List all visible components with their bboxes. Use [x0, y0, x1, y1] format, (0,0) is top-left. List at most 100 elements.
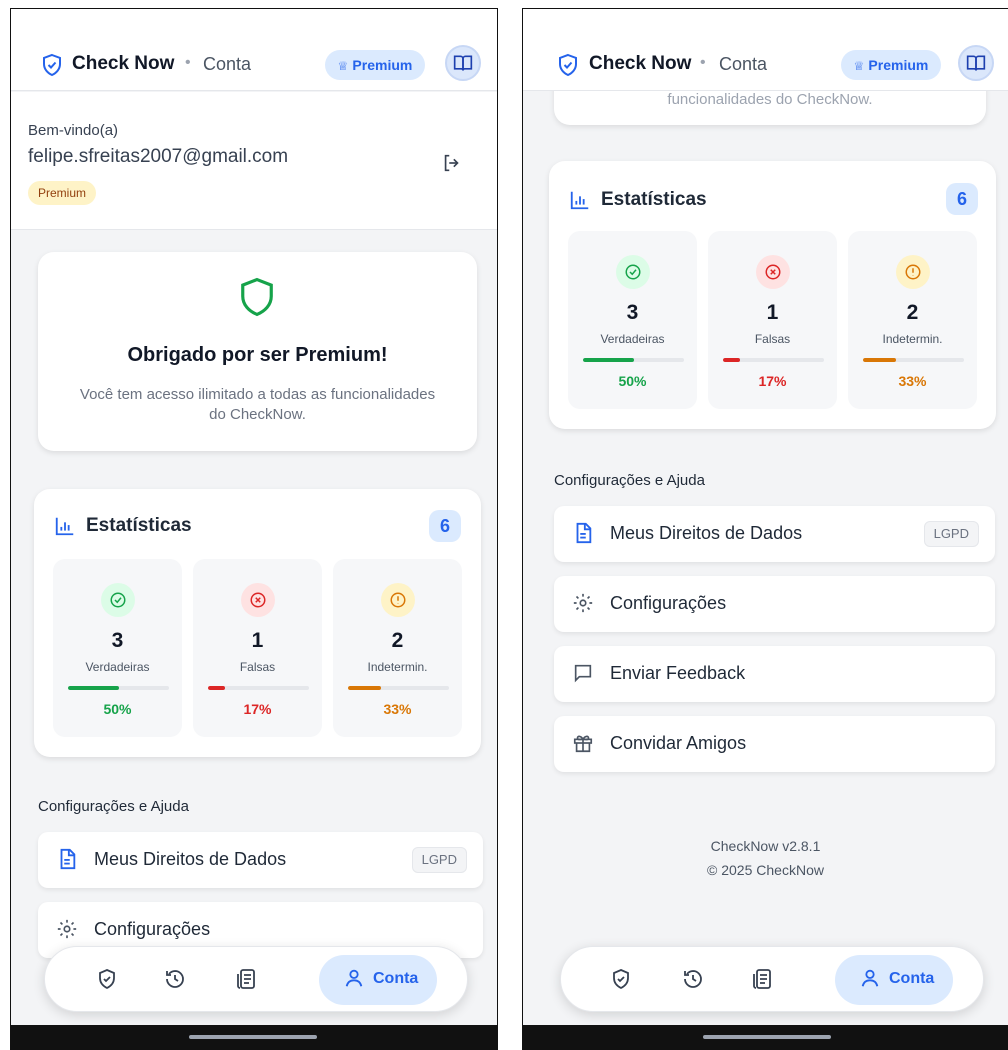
- stat-count: 2: [391, 629, 404, 652]
- stat-label: Verdadeiras: [85, 660, 150, 674]
- stat-label: Verdadeiras: [600, 332, 665, 346]
- left-screen: Check Now • Conta ♕ Premium Bem-vindo(a) …: [10, 8, 498, 1050]
- stats-card: Estatísticas 6 3 Verdadeiras 50% 1 Falsa…: [549, 161, 996, 429]
- tab-history-icon[interactable]: [681, 967, 705, 991]
- tab-check-icon[interactable]: [95, 967, 119, 991]
- menu-item-label: Convidar Amigos: [610, 733, 747, 753]
- stat-percent: 33%: [898, 373, 927, 389]
- stat-count: 3: [111, 629, 124, 652]
- stat-progress-bar: [348, 686, 449, 690]
- tab-account[interactable]: Conta: [835, 955, 953, 1005]
- stat-percent: 33%: [383, 701, 412, 717]
- tab-history-icon[interactable]: [163, 967, 187, 991]
- home-indicator[interactable]: [189, 1035, 317, 1039]
- shield-check-icon: [559, 53, 577, 77]
- system-nav-bar: [523, 1025, 1008, 1049]
- alert-circle-icon: [896, 255, 930, 289]
- stat-percent: 17%: [758, 373, 787, 389]
- gift-icon: [573, 735, 593, 753]
- menu-item-invite[interactable]: Convidar Amigos: [554, 716, 995, 772]
- stat-progress-fill: [68, 686, 119, 690]
- premium-pill[interactable]: ♕ Premium: [325, 50, 425, 80]
- title-separator: •: [700, 54, 706, 71]
- menu-item-settings[interactable]: Configurações: [554, 576, 995, 632]
- stat-count: 1: [251, 629, 264, 652]
- stat-progress-bar: [723, 358, 824, 362]
- home-indicator[interactable]: [703, 1035, 831, 1039]
- premium-pill-label: Premium: [352, 57, 413, 73]
- tab-account-label: Conta: [373, 970, 419, 987]
- tab-news-icon[interactable]: [235, 967, 259, 991]
- tab-news-icon[interactable]: [751, 967, 775, 991]
- bottom-tab-bar: Conta: [44, 946, 468, 1012]
- stat-tile-undetermined: 2 Indetermin. 33%: [333, 559, 462, 737]
- premium-pill-label: Premium: [868, 57, 929, 73]
- stat-count: 2: [906, 301, 919, 324]
- app-header: Check Now • Conta ♕ Premium: [11, 9, 497, 91]
- document-icon: [576, 522, 592, 544]
- settings-section-title: Configurações e Ajuda: [38, 798, 189, 815]
- guide-button[interactable]: [445, 45, 481, 81]
- premium-pill[interactable]: ♕ Premium: [841, 50, 941, 80]
- settings-section-title: Configurações e Ajuda: [554, 472, 705, 489]
- menu-item-data-rights[interactable]: Meus Direitos de Dados LGPD: [38, 832, 483, 888]
- stat-label: Indetermin.: [367, 660, 428, 674]
- stat-progress-bar: [863, 358, 964, 362]
- bar-chart-icon: [570, 191, 589, 210]
- tab-account-label: Conta: [889, 970, 935, 987]
- stat-tile-true: 3 Verdadeiras 50%: [568, 231, 697, 409]
- stat-label: Falsas: [754, 332, 791, 346]
- bottom-tab-bar: Conta: [560, 946, 984, 1012]
- stats-total-badge: 6: [946, 183, 978, 215]
- app-name: Check Now: [72, 53, 175, 74]
- stat-tile-true: 3 Verdadeiras 50%: [53, 559, 182, 737]
- stat-progress-fill: [583, 358, 634, 362]
- section-title: Conta: [719, 54, 768, 74]
- check-circle-icon: [101, 583, 135, 617]
- menu-item-data-rights[interactable]: Meus Direitos de Dados LGPD: [554, 506, 995, 562]
- stat-tile-false: 1 Falsas 17%: [193, 559, 322, 737]
- stat-tile-undetermined: 2 Indetermin. 33%: [848, 231, 977, 409]
- tab-check-icon[interactable]: [609, 967, 633, 991]
- x-circle-icon: [241, 583, 275, 617]
- menu-item-label: Configurações: [94, 919, 211, 939]
- system-nav-bar: [11, 1025, 497, 1049]
- gear-icon: [573, 593, 593, 613]
- tab-account[interactable]: Conta: [319, 955, 437, 1005]
- logout-icon[interactable]: [441, 152, 463, 174]
- document-icon: [60, 848, 76, 870]
- stats-card: Estatísticas 6 3 Verdadeiras 50% 1 Falsa…: [34, 489, 481, 757]
- shield-icon: [241, 277, 273, 317]
- thanks-title: Obrigado por ser Premium!: [127, 344, 388, 366]
- bar-chart-icon: [55, 517, 74, 536]
- title-separator: •: [185, 54, 191, 71]
- premium-thanks-card: Obrigado por ser Premium! Você tem acess…: [38, 252, 477, 451]
- stat-progress-fill: [723, 358, 741, 362]
- menu-item-label: Meus Direitos de Dados: [94, 849, 287, 869]
- stat-progress-fill: [208, 686, 226, 690]
- crown-icon: ♕: [337, 59, 349, 73]
- app-header: Check Now • Conta ♕ Premium: [523, 9, 1008, 91]
- crown-icon: ♕: [853, 59, 865, 73]
- stats-total-badge: 6: [429, 510, 461, 542]
- stat-label: Falsas: [239, 660, 276, 674]
- premium-badge: Premium: [28, 181, 97, 205]
- menu-item-label: Configurações: [610, 593, 727, 613]
- stat-label: Indetermin.: [882, 332, 943, 346]
- stat-tile-false: 1 Falsas 17%: [708, 231, 837, 409]
- stat-percent: 17%: [243, 701, 272, 717]
- thanks-subtitle: Você tem acesso ilimitado a todas as fun…: [79, 386, 436, 423]
- gear-icon: [57, 919, 77, 939]
- stats-title: Estatísticas: [86, 515, 192, 536]
- stats-title: Estatísticas: [601, 189, 707, 210]
- lgpd-tag: LGPD: [923, 521, 979, 547]
- user-email: felipe.sfreitas2007@gmail.com: [28, 146, 289, 167]
- alert-circle-icon: [381, 583, 415, 617]
- stat-progress-bar: [208, 686, 309, 690]
- x-circle-icon: [756, 255, 790, 289]
- stat-progress-bar: [68, 686, 169, 690]
- shield-check-icon: [43, 53, 61, 77]
- guide-button[interactable]: [958, 45, 994, 81]
- menu-item-feedback[interactable]: Enviar Feedback: [554, 646, 995, 702]
- menu-item-label: Meus Direitos de Dados: [610, 523, 803, 543]
